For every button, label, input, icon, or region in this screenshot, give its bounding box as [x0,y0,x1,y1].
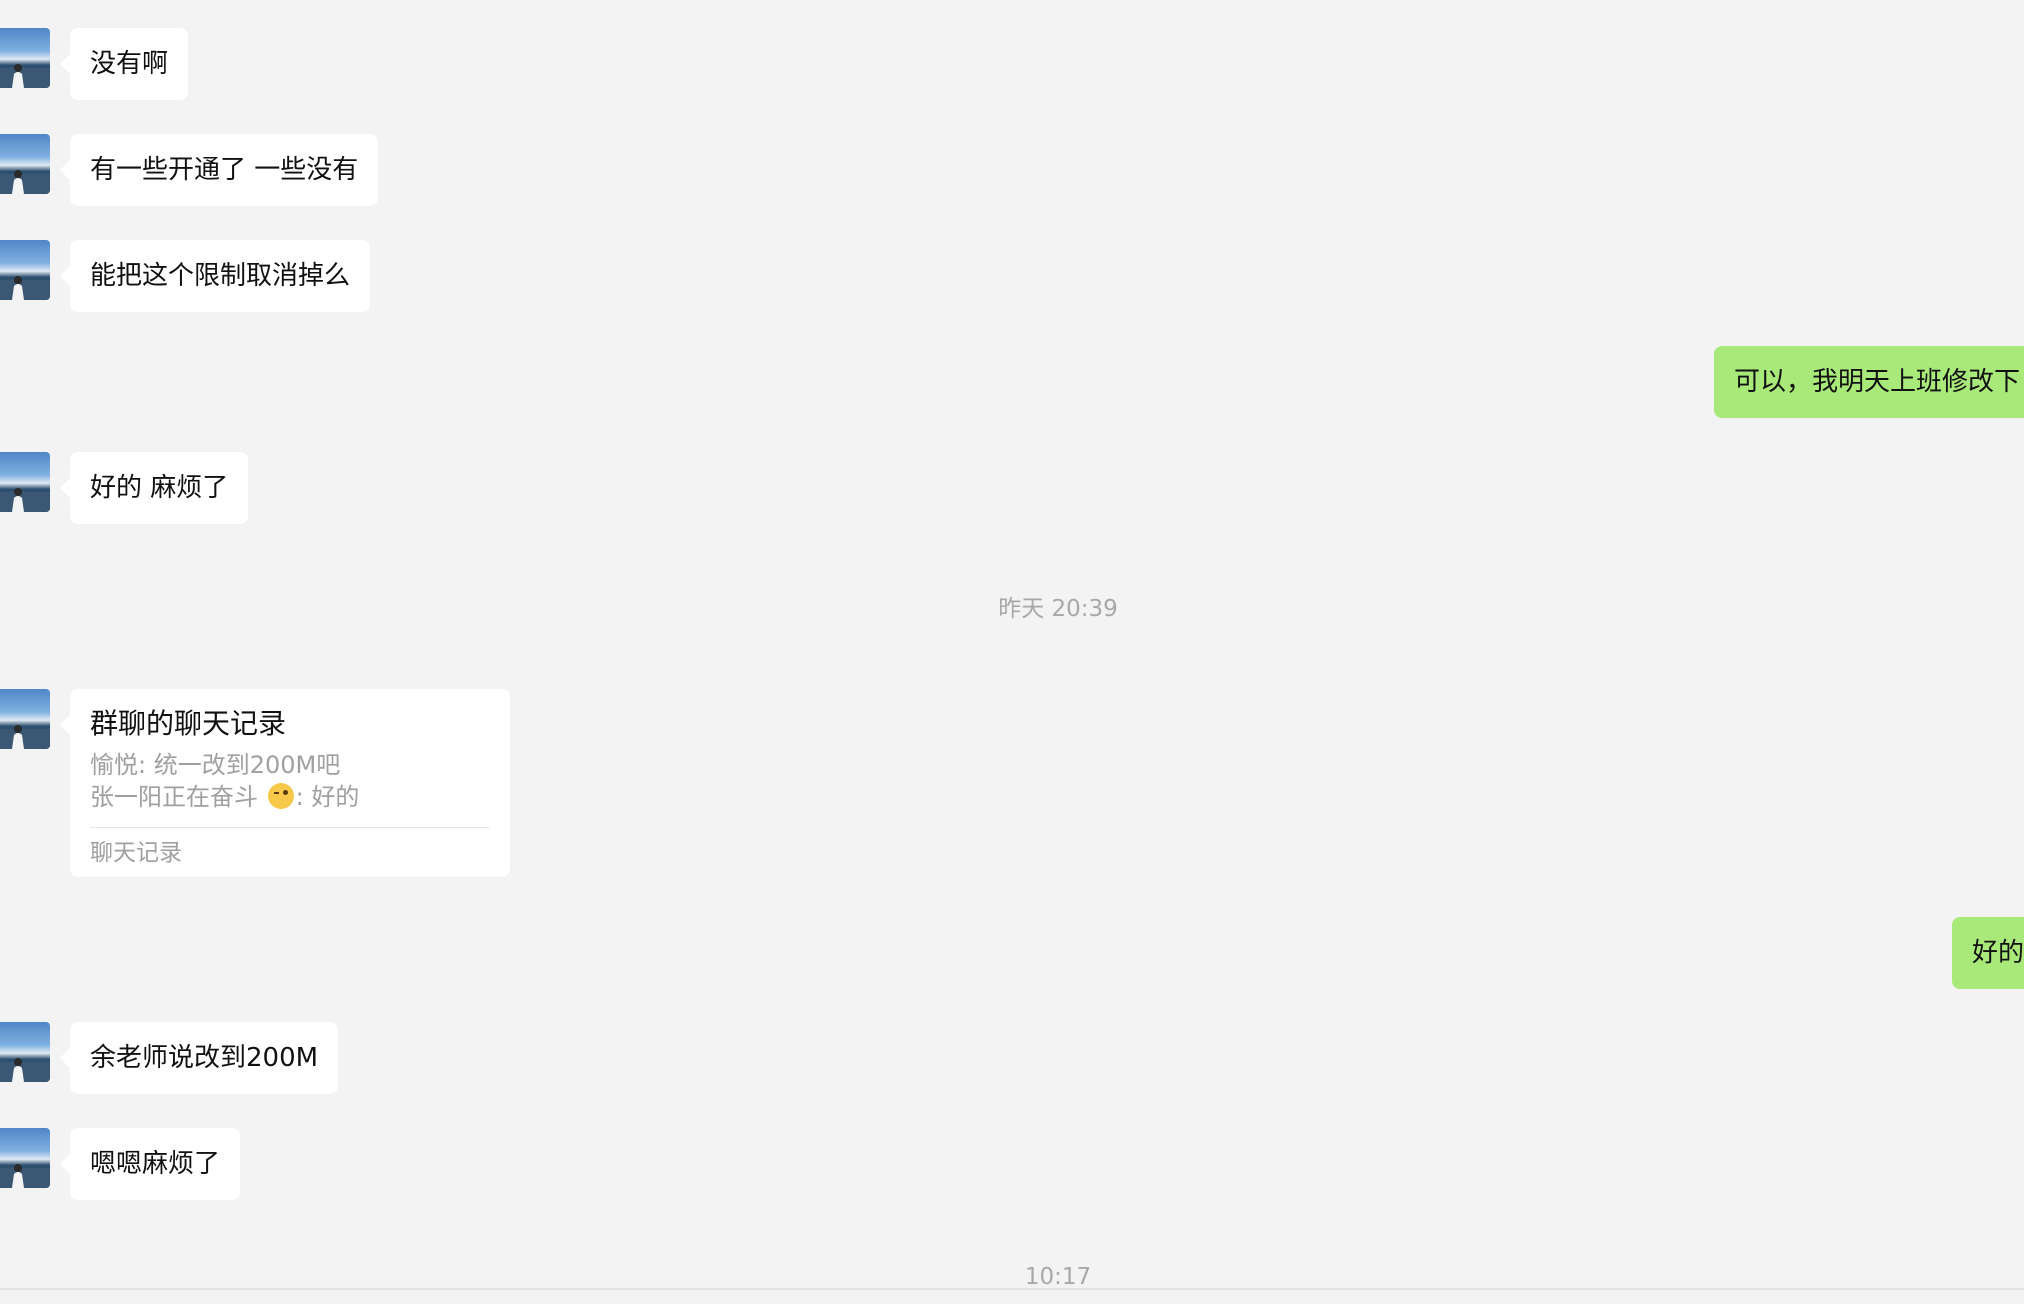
incoming-message[interactable]: 能把这个限制取消掉么 [59,240,371,312]
contact-avatar[interactable] [0,452,50,512]
person-silhouette-icon [0,1058,50,1082]
wink-emoji-icon [267,783,294,809]
chat-record-preview-line: 愉悦: 统一改到200M吧 [90,751,341,779]
contact-avatar[interactable] [0,240,50,300]
contact-avatar[interactable] [0,134,50,194]
incoming-message[interactable]: 嗯嗯麻烦了 [59,1128,241,1200]
person-silhouette-icon [0,170,50,194]
person-silhouette-icon [0,276,50,300]
divider [0,1288,2024,1290]
outgoing-message[interactable]: 好的 [1952,917,2024,989]
incoming-message[interactable]: 没有啊 [59,28,189,100]
chat-record-card[interactable]: 群聊的聊天记录 愉悦: 统一改到200M吧 张一阳正在奋斗 : 好的 聊天记录 [60,689,510,877]
incoming-message[interactable]: 余老师说改到200M [59,1022,339,1094]
chat-record-text: : 好的 [295,783,360,811]
person-silhouette-icon [0,64,50,88]
outgoing-message[interactable]: 可以，我明天上班修改下 [1714,346,2024,418]
chat-record-preview-line: 张一阳正在奋斗 : 好的 [90,781,490,813]
person-silhouette-icon [0,488,50,512]
contact-avatar[interactable] [0,689,50,749]
chat-record-footer: 聊天记录 [90,840,182,866]
incoming-message[interactable]: 有一些开通了 一些没有 [59,134,379,206]
incoming-message[interactable]: 好的 麻烦了 [59,452,249,524]
chat-record-title: 群聊的聊天记录 [90,707,287,740]
contact-avatar[interactable] [0,28,50,88]
message-timestamp: 昨天 20:39 [998,596,1118,622]
chat-message-area[interactable]: 没有啊 有一些开通了 一些没有 能把这个限制取消掉么 可以，我明天上班修改下 好… [0,0,2024,1304]
person-silhouette-icon [0,725,50,749]
contact-avatar[interactable] [0,1022,50,1082]
contact-avatar[interactable] [0,1128,50,1188]
person-silhouette-icon [0,1164,50,1188]
chat-record-sender: 张一阳正在奋斗 [90,783,258,811]
message-timestamp: 10:17 [1024,1264,1092,1290]
